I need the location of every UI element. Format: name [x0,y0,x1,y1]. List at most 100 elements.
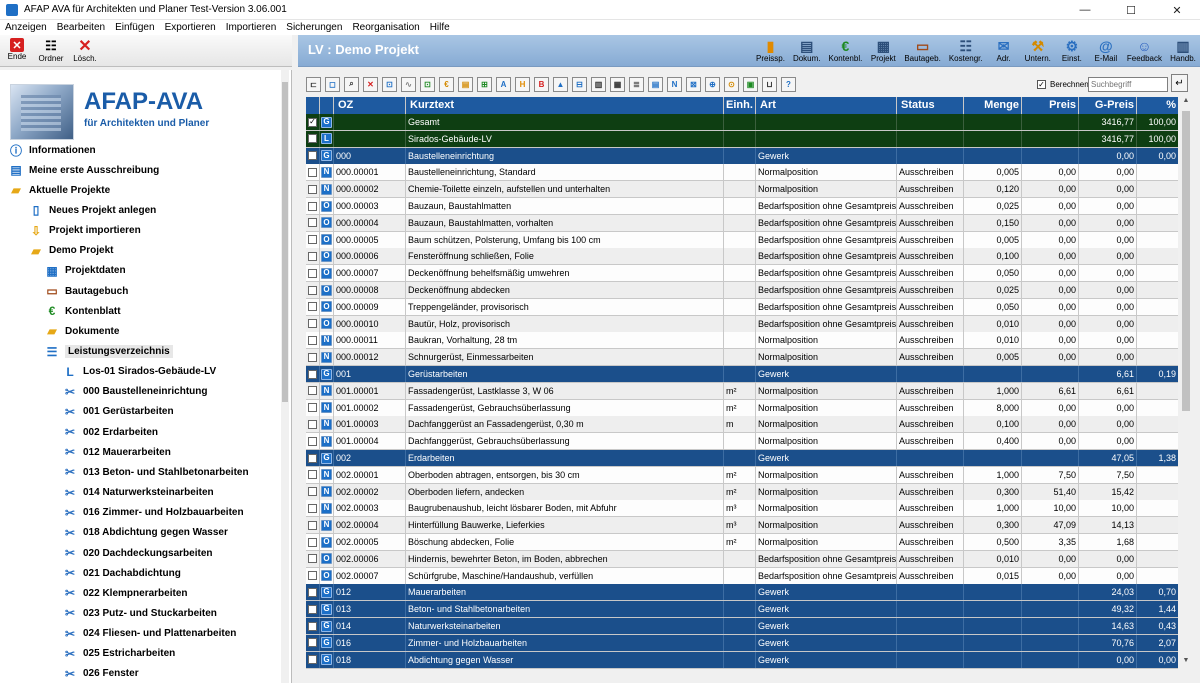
grid-tool-button-4[interactable]: ✕ [363,76,378,92]
row-type[interactable]: N [320,517,334,534]
row-select[interactable] [306,601,320,618]
tree-item[interactable]: ▰ Demo Projekt [28,241,113,261]
tree-item[interactable]: ✂ 022 Klempnerarbeiten [62,583,188,603]
row-type[interactable]: N [320,416,334,433]
row-checkbox[interactable] [308,235,317,245]
row-type[interactable]: O [320,567,334,584]
table-row[interactable]: O 000.00010 Bautür, Holz, provisorisch Beda… [306,315,1178,333]
row-select[interactable] [306,416,320,433]
row-select[interactable] [306,147,320,164]
row-type[interactable]: G [320,651,334,668]
row-type[interactable]: O [320,534,334,550]
grid-tool-button-5[interactable]: ⊡ [382,76,397,92]
grid-tool-button-6[interactable]: ∿ [401,76,416,92]
row-select[interactable] [306,332,320,349]
toolbar-preissp-button[interactable]: ▮ Preissp. [752,35,789,67]
row-checkbox[interactable] [308,487,317,497]
tree-item[interactable]: ✂ 013 Beton- und Stahlbetonarbeiten [62,462,249,482]
menu-reorganisation[interactable]: Reorganisation [347,22,424,33]
grid-tool-button-10[interactable]: ⊞ [477,76,492,92]
tree-item[interactable]: ⇩ Projekt importieren [28,221,141,241]
row-select[interactable] [306,198,320,214]
row-select[interactable] [306,298,320,315]
row-select[interactable] [306,382,320,399]
row-type[interactable]: G [320,584,334,601]
row-select[interactable] [306,450,320,466]
tree-item[interactable]: € Kontenblatt [44,301,121,321]
menu-exportieren[interactable]: Exportieren [160,22,221,33]
toolbar-bautageb-button[interactable]: ▭ Bautageb. [900,35,944,67]
row-checkbox[interactable] [308,453,317,463]
row-checkbox[interactable] [308,638,317,648]
row-checkbox[interactable] [308,218,317,228]
tree-item[interactable]: ☰ Leistungsverzeichnis [44,342,173,362]
table-row[interactable]: N 000.00002 Chemie-Toilette einzeln, aufst… [306,181,1178,199]
table-row[interactable]: O 000.00009 Treppengeländer, provisorisch B… [306,298,1178,316]
row-select[interactable] [306,214,320,231]
row-type[interactable]: O [320,298,334,315]
row-type[interactable]: L [320,130,334,147]
row-type[interactable]: N [320,399,334,416]
row-checkbox[interactable] [308,554,317,564]
row-type[interactable]: N [320,483,334,500]
row-select[interactable] [306,231,320,248]
grid-scroll-thumb[interactable] [1182,111,1190,411]
grid-tool-button-14[interactable]: ▲ [553,76,568,92]
col-type[interactable] [320,97,334,114]
tree-scroll-thumb[interactable] [282,82,288,402]
ordner-button[interactable]: ☷ Ordner [34,35,68,67]
row-select[interactable] [306,517,320,534]
grid-tool-button-23[interactable]: ⊙ [724,76,739,92]
row-type[interactable]: O [320,550,334,567]
table-group-row[interactable]: G 012 Mauerarbeiten Gewerk 24,03 0,70 [306,584,1178,602]
col-gpreis[interactable]: G-Preis [1079,97,1137,114]
row-type[interactable]: N [320,433,334,450]
grid-tool-button-25[interactable]: ⊔ [762,76,777,92]
row-checkbox[interactable] [308,134,317,144]
grid-tool-button-8[interactable]: € [439,76,454,92]
row-checkbox[interactable] [308,503,317,513]
row-select[interactable] [306,349,320,366]
table-row[interactable]: N 001.00002 Fassadengerüst, Gebrauchsüberl… [306,399,1178,417]
row-type[interactable]: O [320,265,334,282]
table-group-row[interactable]: ✓ G Gesamt 3416,77 100,00 [306,114,1178,131]
loesch-button[interactable]: ✕ Lösch. [68,35,102,67]
tree-item[interactable]: ✂ 016 Zimmer- und Holzbauarbeiten [62,503,244,523]
table-group-row[interactable]: G 001 Gerüstarbeiten Gewerk 6,61 0,19 [306,366,1178,383]
row-type[interactable]: N [320,349,334,366]
row-type[interactable]: G [320,366,334,382]
row-select[interactable] [306,550,320,567]
row-type[interactable]: O [320,315,334,332]
tree-item[interactable]: ▯ Neues Projekt anlegen [28,200,157,220]
row-checkbox[interactable] [308,655,317,665]
row-checkbox[interactable] [308,251,317,261]
close-icon[interactable]: ✕ [1154,0,1200,20]
grid-tool-button-15[interactable]: ⊟ [572,76,587,92]
col-art[interactable]: Art [756,97,897,114]
table-row[interactable]: N 001.00004 Dachfanggerüst, Gebrauchsüberl… [306,433,1178,451]
col-einh[interactable]: Einh. [724,97,756,114]
table-row[interactable]: O 000.00005 Baum schützen, Polsterung, Umf… [306,231,1178,249]
row-checkbox[interactable] [308,537,317,547]
grid-tool-button-18[interactable]: ≣ [629,76,644,92]
menu-sicherungen[interactable]: Sicherungen [281,22,347,33]
scroll-down-icon[interactable]: ▼ [1180,657,1192,669]
row-checkbox[interactable] [308,151,317,161]
table-row[interactable]: N 000.00011 Baukran, Vorhaltung, 28 tm Norm… [306,332,1178,350]
toolbar-kontenbl-button[interactable]: € Kontenbl. [825,35,867,67]
row-type[interactable]: G [320,634,334,651]
grid-tool-button-3[interactable]: ⌕ [344,76,359,92]
toolbar-einst-button[interactable]: ⚙ Einst. [1055,35,1089,67]
row-select[interactable] [306,164,320,181]
row-select[interactable] [306,130,320,147]
row-checkbox[interactable] [308,436,317,446]
row-checkbox[interactable]: ✓ [308,117,317,127]
table-row[interactable]: N 000.00012 Schnurgerüst, Einmessarbeiten N… [306,349,1178,367]
col-status[interactable]: Status [897,97,964,114]
table-row[interactable]: N 000.00001 Baustelleneinrichtung, Standar… [306,164,1178,182]
row-checkbox[interactable] [308,352,317,362]
grid-tool-button-20[interactable]: N [667,76,682,92]
table-group-row[interactable]: G 016 Zimmer- und Holzbauarbeiten Gewerk 70,… [306,634,1178,652]
table-row[interactable]: O 000.00003 Bauzaun, Baustahlmatten Bedarfs… [306,198,1178,215]
grid-tool-button-21[interactable]: ⊠ [686,76,701,92]
